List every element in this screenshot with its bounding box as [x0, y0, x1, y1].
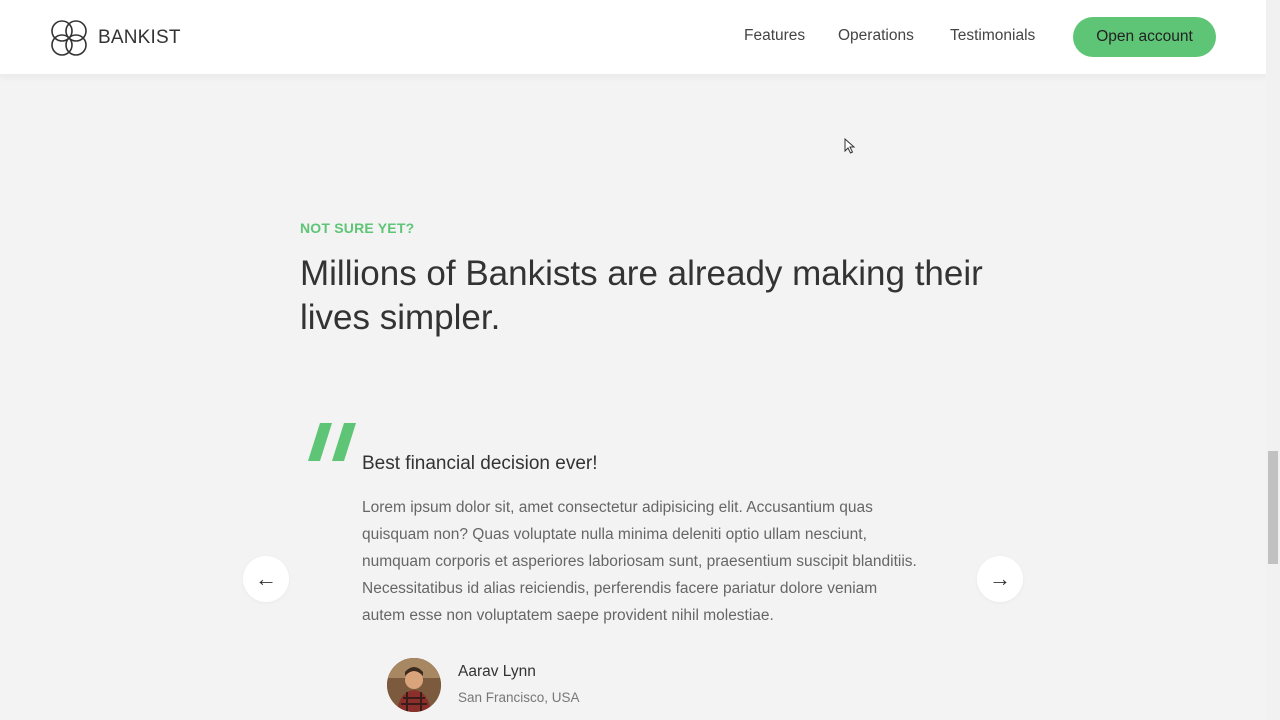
bankist-logo-icon[interactable] [49, 18, 89, 58]
quote-mark-icon [308, 423, 356, 461]
author-name: Aarav Lynn [458, 663, 536, 680]
testimonial-text: Lorem ipsum dolor sit, amet consectetur … [362, 499, 917, 624]
testimonial-title: Best financial decision ever! [362, 453, 598, 474]
scrollbar-thumb[interactable] [1268, 451, 1278, 564]
avatar-photo-icon [387, 658, 441, 712]
slider-prev-button[interactable]: ← [243, 556, 289, 602]
page-scrollbar[interactable] [1266, 0, 1280, 720]
top-navigation: BANKIST Features Operations Testimonials… [0, 0, 1266, 75]
author-location: San Francisco, USA [458, 690, 580, 705]
arrow-left-icon: ← [255, 566, 277, 591]
section-eyebrow: NOT SURE YET? [300, 220, 415, 236]
mouse-cursor-icon [844, 138, 856, 154]
author-avatar [387, 658, 441, 712]
arrow-right-icon: → [989, 566, 1011, 591]
nav-link-features[interactable]: Features [744, 27, 805, 45]
slider-next-button[interactable]: → [977, 556, 1023, 602]
nav-link-operations[interactable]: Operations [838, 27, 914, 45]
section-headline: Millions of Bankists are already making … [300, 254, 983, 337]
brand-name: BANKIST [98, 27, 181, 48]
open-account-button[interactable]: Open account [1073, 17, 1216, 57]
nav-link-testimonials[interactable]: Testimonials [950, 27, 1035, 45]
